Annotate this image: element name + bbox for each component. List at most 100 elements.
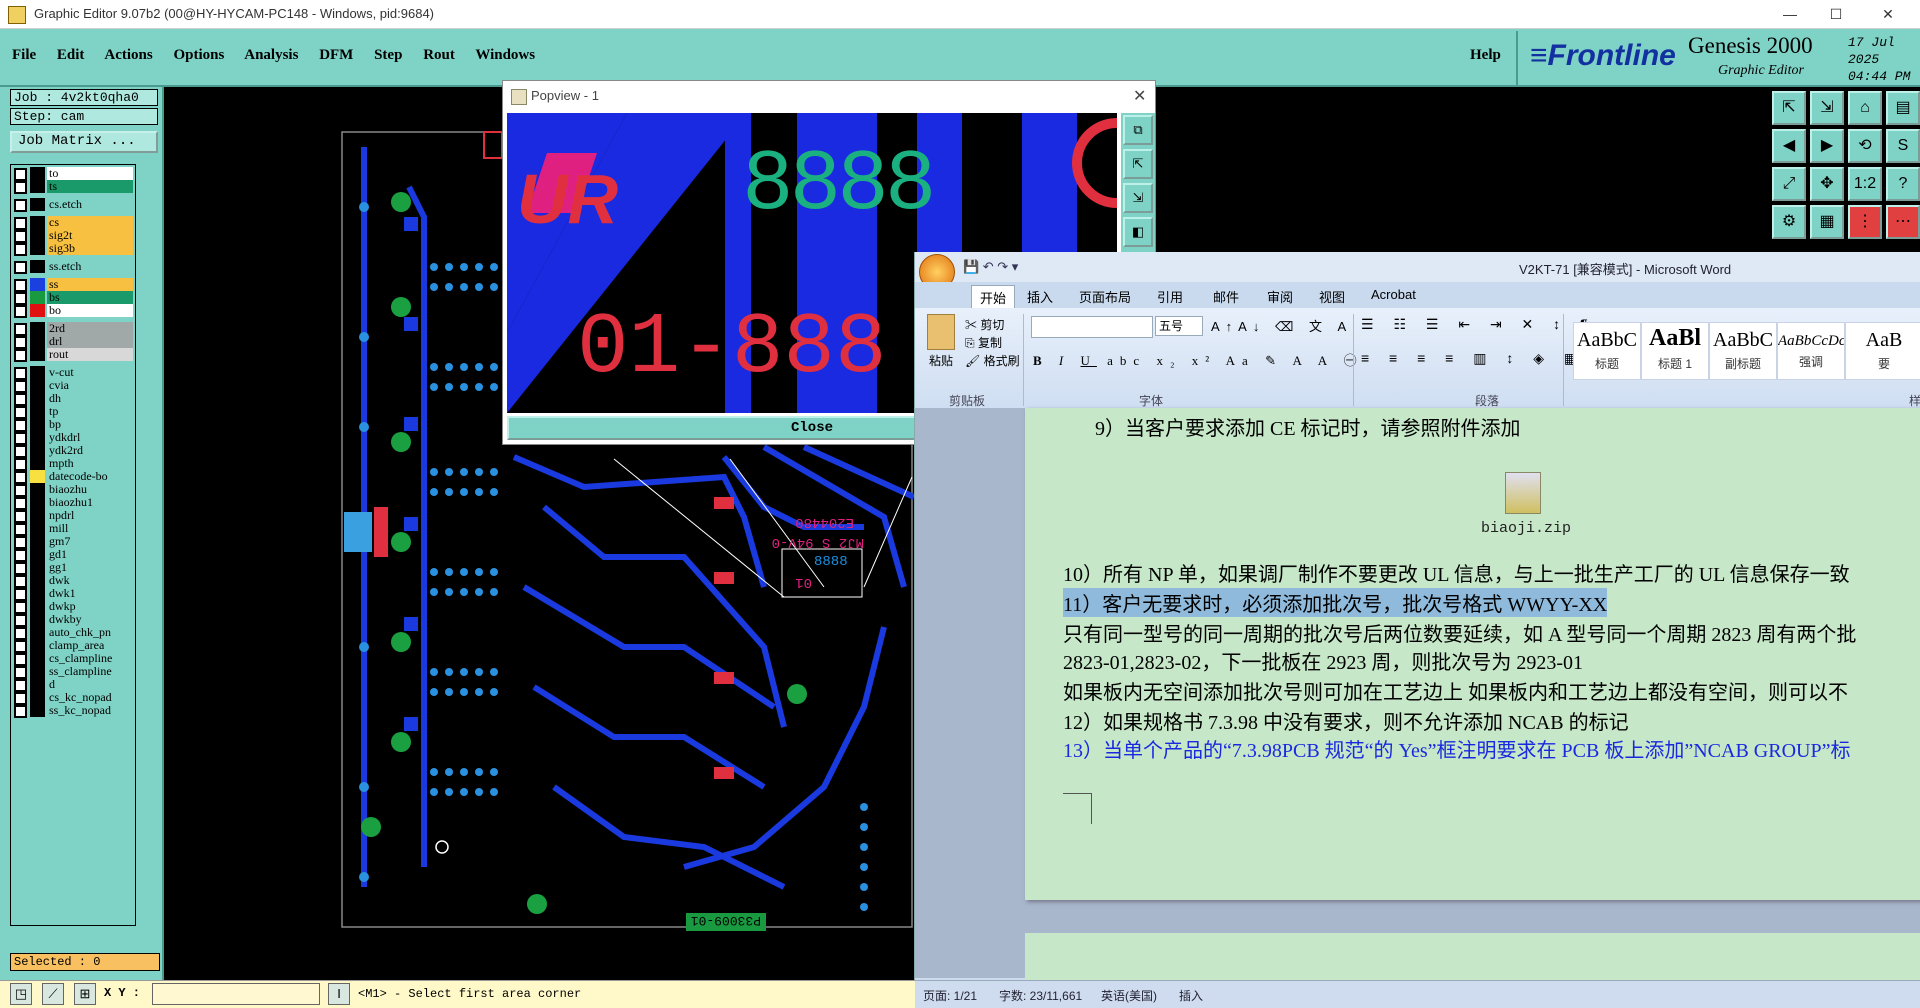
tab-insert[interactable]: 插入 bbox=[1027, 287, 1053, 306]
style-subtitle[interactable]: AaBbC 副标题 bbox=[1709, 322, 1777, 380]
page-count[interactable]: 页面: 1/21 bbox=[923, 987, 977, 1004]
snap-icon[interactable]: S bbox=[1886, 129, 1920, 163]
list-buttons[interactable]: ☰ ☷ ☰ ⇤ ⇥ ✕ ↕ ¶ bbox=[1361, 316, 1596, 333]
layer-color-swatch[interactable] bbox=[30, 522, 45, 535]
layer-name[interactable]: clamp_area bbox=[47, 639, 133, 652]
grid-icon[interactable]: ▦ bbox=[1810, 205, 1844, 239]
layer-row[interactable]: d bbox=[11, 678, 135, 692]
layer-checkbox[interactable] bbox=[14, 261, 27, 274]
layer-row[interactable]: dwkp bbox=[11, 600, 135, 614]
layer-name[interactable]: dwk bbox=[47, 574, 133, 587]
zip-attachment-icon[interactable] bbox=[1505, 472, 1541, 514]
layer-checkbox[interactable] bbox=[14, 243, 27, 256]
font-name-select[interactable] bbox=[1031, 316, 1153, 338]
xy-input[interactable] bbox=[152, 983, 320, 1005]
layer-color-swatch[interactable] bbox=[30, 348, 45, 361]
redraw-icon[interactable]: ⟲ bbox=[1848, 129, 1882, 163]
minimize-button[interactable]: — bbox=[1768, 3, 1812, 25]
layer-name[interactable]: v-cut bbox=[47, 366, 133, 379]
layer-color-swatch[interactable] bbox=[30, 691, 45, 704]
layer-row[interactable]: rout bbox=[11, 348, 135, 362]
layer-name[interactable]: tp bbox=[47, 405, 133, 418]
attachment-name[interactable]: biaoji.zip bbox=[1481, 520, 1571, 537]
layer-color-swatch[interactable] bbox=[30, 548, 45, 561]
zoom-back-icon[interactable]: ⇲ bbox=[1810, 91, 1844, 125]
layer-color-swatch[interactable] bbox=[30, 167, 45, 180]
netlist-icon[interactable]: ⋮ bbox=[1848, 205, 1882, 239]
layer-name[interactable]: cs bbox=[47, 216, 133, 229]
menu-file[interactable]: File bbox=[12, 47, 36, 63]
layer-row[interactable]: cs_clampline bbox=[11, 652, 135, 666]
layer-name[interactable]: npdrl bbox=[47, 509, 133, 522]
menu-help[interactable]: Help bbox=[1470, 47, 1501, 64]
style-strong[interactable]: AaB 要 bbox=[1845, 322, 1920, 380]
style-emphasis[interactable]: AaBbCcDc 强调 bbox=[1777, 322, 1845, 380]
menu-analysis[interactable]: Analysis bbox=[244, 47, 298, 63]
style-title[interactable]: AaBbC 标题 bbox=[1573, 322, 1641, 380]
layer-color-swatch[interactable] bbox=[30, 561, 45, 574]
layer-color-swatch[interactable] bbox=[30, 392, 45, 405]
layer-row[interactable]: to bbox=[11, 167, 135, 181]
layer-color-swatch[interactable] bbox=[30, 431, 45, 444]
layer-name[interactable]: biaozhu bbox=[47, 483, 133, 496]
document-page[interactable]: 9）当客户要求添加 CE 标记时，请参照附件添加 biaoji.zip 10）所… bbox=[1025, 408, 1920, 900]
layer-row[interactable]: npdrl bbox=[11, 509, 135, 523]
layer-color-swatch[interactable] bbox=[30, 639, 45, 652]
layer-color-swatch[interactable] bbox=[30, 405, 45, 418]
layer-color-swatch[interactable] bbox=[30, 509, 45, 522]
layer-row[interactable]: datecode-bo bbox=[11, 470, 135, 484]
select-tool-icon[interactable]: ◳ bbox=[10, 983, 32, 1005]
center-icon[interactable]: ✥ bbox=[1810, 167, 1844, 201]
measure-tool-icon[interactable]: ⟋ bbox=[42, 983, 64, 1005]
layer-color-swatch[interactable] bbox=[30, 470, 45, 483]
layer-color-swatch[interactable] bbox=[30, 418, 45, 431]
layer-name[interactable]: 2rd bbox=[47, 322, 133, 335]
layer-color-swatch[interactable] bbox=[30, 180, 45, 193]
layer-row[interactable]: cs_kc_nopad bbox=[11, 691, 135, 705]
zoom-home-icon[interactable]: ⇱ bbox=[1772, 91, 1806, 125]
layer-row[interactable]: auto_chk_pn bbox=[11, 626, 135, 640]
layer-row[interactable]: ss_kc_nopad bbox=[11, 704, 135, 718]
maximize-button[interactable]: ☐ bbox=[1814, 3, 1858, 25]
tab-home[interactable]: 开始 bbox=[971, 285, 1016, 310]
layer-name[interactable]: auto_chk_pn bbox=[47, 626, 133, 639]
layer-name[interactable]: sig3b bbox=[47, 242, 133, 255]
layer-name[interactable]: cs_clampline bbox=[47, 652, 133, 665]
layer-name[interactable]: bs bbox=[47, 291, 133, 304]
layer-name[interactable]: dwkby bbox=[47, 613, 133, 626]
layer-row[interactable]: dwkby bbox=[11, 613, 135, 627]
font-size-buttons[interactable]: A↑A↓ ⌫ 文 A bbox=[1211, 316, 1352, 335]
font-size-select[interactable]: 五号 bbox=[1155, 316, 1203, 336]
layer-checkbox[interactable] bbox=[14, 349, 27, 362]
layer-color-swatch[interactable] bbox=[30, 600, 45, 613]
pv-in-icon[interactable]: ⇱ bbox=[1123, 149, 1153, 179]
layer-name[interactable]: mpth bbox=[47, 457, 133, 470]
menu-rout[interactable]: Rout bbox=[423, 47, 455, 63]
layer-name[interactable]: ts bbox=[47, 180, 133, 193]
tab-review[interactable]: 审阅 bbox=[1267, 287, 1293, 306]
layer-name[interactable]: ydkdrl bbox=[47, 431, 133, 444]
layer-color-swatch[interactable] bbox=[30, 444, 45, 457]
layer-name[interactable]: cs_kc_nopad bbox=[47, 691, 133, 704]
layer-color-swatch[interactable] bbox=[30, 613, 45, 626]
layer-row[interactable]: dh bbox=[11, 392, 135, 406]
layer-row[interactable]: tp bbox=[11, 405, 135, 419]
layer-row[interactable]: ydk2rd bbox=[11, 444, 135, 458]
layer-row[interactable]: mpth bbox=[11, 457, 135, 471]
layer-color-swatch[interactable] bbox=[30, 198, 45, 211]
layer-color-swatch[interactable] bbox=[30, 587, 45, 600]
layer-row[interactable]: cs bbox=[11, 216, 135, 230]
layer-row[interactable]: dwk1 bbox=[11, 587, 135, 601]
pv-out-icon[interactable]: ⇲ bbox=[1123, 183, 1153, 213]
layer-name[interactable]: ss bbox=[47, 278, 133, 291]
layer-name[interactable]: cvia bbox=[47, 379, 133, 392]
cursor-icon[interactable]: I bbox=[328, 983, 350, 1005]
layer-row[interactable]: gd1 bbox=[11, 548, 135, 562]
layer-name[interactable]: ss_clampline bbox=[47, 665, 133, 678]
layer-name[interactable]: gd1 bbox=[47, 548, 133, 561]
layer-name[interactable]: to bbox=[47, 167, 133, 180]
format-painter-button[interactable]: 🖌 格式刷 bbox=[965, 352, 1020, 369]
layer-row[interactable]: ss.etch bbox=[11, 260, 135, 274]
layer-name[interactable]: d bbox=[47, 678, 133, 691]
menu-windows[interactable]: Windows bbox=[475, 47, 535, 63]
